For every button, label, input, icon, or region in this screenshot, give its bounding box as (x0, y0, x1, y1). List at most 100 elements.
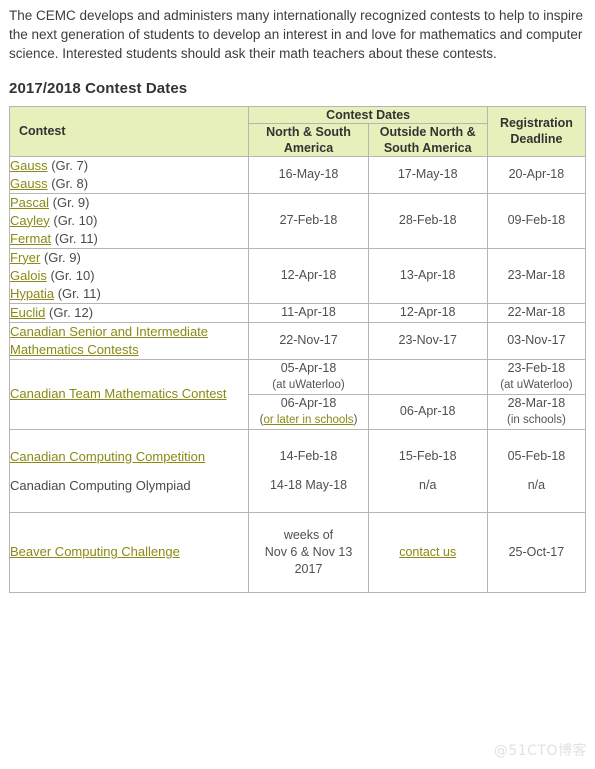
contest-link-canadian-computing-competition[interactable]: Canadian Computing Competition (10, 449, 205, 464)
date-deadline: 22-Mar-18 (486, 302, 587, 323)
date-line: Nov 6 & Nov 13 (264, 544, 353, 559)
table-header: Contest Contest Dates Registration Deadl… (8, 105, 587, 157)
watermark: @51CTO博客 (493, 743, 587, 759)
table-row: Euclid (Gr. 12) 11-Apr-18 12-Apr-18 22-M… (8, 302, 587, 323)
date-outside: 06-Apr-18 (367, 393, 488, 430)
date-main: n/a (527, 477, 546, 492)
table-body: Gauss (Gr. 7) Gauss (Gr. 8) 16-May-18 17… (8, 155, 587, 593)
contest-grade-label: (Gr. 8) (47, 175, 89, 191)
date-americas: 14-Feb-18 14-18 May-18 (248, 428, 369, 513)
contest-link-gauss-8[interactable]: Gauss (10, 176, 48, 191)
table-row: Gauss (Gr. 7) Gauss (Gr. 8) 16-May-18 17… (8, 155, 587, 194)
contest-name-line: Gauss (Gr. 7) (10, 157, 248, 175)
contest-name-cell: Canadian Team Mathematics Contest (8, 358, 250, 430)
date-outside: 17-May-18 (367, 155, 488, 194)
date-americas: 06-Apr-18 (or later in schools) (248, 393, 369, 430)
contest-grade-label: (Gr. 10) (46, 267, 95, 283)
date-line: weeks of (283, 527, 334, 542)
header-outside-north-south-america: Outside North & South America (367, 122, 488, 157)
date-line: 2017 (294, 561, 323, 576)
contest-name-line: Galois (Gr. 10) (10, 267, 248, 285)
date-deadline: 03-Nov-17 (486, 321, 587, 360)
date-main: 05-Apr-18 (280, 360, 337, 375)
contest-link-pascal[interactable]: Pascal (10, 195, 49, 210)
contest-name-cell: Beaver Computing Challenge (8, 511, 250, 593)
contact-us-link[interactable]: contact us (399, 545, 456, 559)
contest-name-line: Gauss (Gr. 8) (10, 175, 248, 193)
contest-name-canadian-computing-olympiad: Canadian Computing Olympiad (10, 477, 191, 493)
contest-link-cayley[interactable]: Cayley (10, 213, 50, 228)
header-contest: Contest (8, 105, 250, 157)
date-americas: 11-Apr-18 (248, 302, 369, 323)
contest-name-line: Canadian Computing Competition (10, 442, 248, 471)
table-row-canadian-team: Canadian Team Mathematics Contest 05-Apr… (8, 358, 587, 430)
header-north-south-america: North & South America (248, 122, 369, 157)
contest-name-cell: Euclid (Gr. 12) (8, 302, 250, 323)
contest-name-line: Fermat (Gr. 11) (10, 230, 248, 248)
header-contest-dates: Contest Dates (248, 105, 488, 124)
date-main: 14-Feb-18 (279, 448, 338, 463)
contest-grade-label: (Gr. 12) (45, 304, 94, 320)
date-deadline: 09-Feb-18 (486, 192, 587, 249)
contest-link-canadian-team[interactable]: Canadian Team Mathematics Contest (10, 386, 227, 401)
date-main: 05-Feb-18 (507, 448, 566, 463)
date-americas: weeks of Nov 6 & Nov 13 2017 (248, 511, 369, 593)
contest-name-cell: Canadian Senior and Intermediate Mathema… (8, 321, 250, 360)
date-note: (at uWaterloo) (500, 378, 573, 391)
page-title: 2017/2018 Contest Dates (9, 79, 188, 97)
contest-name-line: Pascal (Gr. 9) (10, 194, 248, 212)
contest-name-cell: Pascal (Gr. 9) Cayley (Gr. 10) Fermat (G… (8, 192, 250, 249)
contest-name-line: Hypatia (Gr. 11) (10, 285, 248, 303)
date-main: 14-18 May-18 (269, 477, 348, 492)
contest-grade-label: (Gr. 9) (49, 194, 90, 210)
date-main: 23-Feb-18 (507, 360, 566, 375)
contest-grade-label: (Gr. 11) (51, 230, 98, 246)
header-registration-deadline: Registration Deadline (486, 105, 587, 157)
date-deadline: 28-Mar-18 (in schools) (486, 393, 587, 430)
date-main: 15-Feb-18 (398, 448, 457, 463)
contest-link-beaver-computing-challenge[interactable]: Beaver Computing Challenge (10, 544, 180, 559)
contest-name-line: Euclid (Gr. 12) (10, 304, 248, 322)
date-outside (367, 358, 488, 395)
table-row: Fryer (Gr. 9) Galois (Gr. 10) Hypatia (G… (8, 247, 587, 304)
contest-link-fermat[interactable]: Fermat (10, 231, 51, 246)
date-americas: 22-Nov-17 (248, 321, 369, 360)
contest-link-euclid[interactable]: Euclid (10, 305, 45, 320)
date-americas: 16-May-18 (248, 155, 369, 194)
date-main: n/a (419, 477, 437, 492)
table-row-beaver: Beaver Computing Challenge weeks of Nov … (8, 511, 587, 593)
contest-grade-label: (Gr. 9) (40, 249, 81, 265)
contest-link-gauss-7[interactable]: Gauss (10, 158, 48, 173)
contest-grade-label: (Gr. 7) (47, 157, 89, 173)
date-main: 28-Mar-18 (507, 395, 566, 410)
contest-name-line: Cayley (Gr. 10) (10, 212, 248, 230)
date-deadline: 23-Feb-18 (at uWaterloo) (486, 358, 587, 395)
date-americas: 05-Apr-18 (at uWaterloo) (248, 358, 369, 395)
date-americas: 12-Apr-18 (248, 247, 369, 304)
contest-link-galois[interactable]: Galois (10, 268, 47, 283)
table-header-row-1: Contest Contest Dates Registration Deadl… (8, 105, 587, 157)
date-note: (in schools) (507, 413, 566, 426)
table-row: Canadian Senior and Intermediate Mathema… (8, 321, 587, 360)
contest-name-cell: Canadian Computing Competition Canadian … (8, 428, 250, 513)
date-outside: 23-Nov-17 (367, 321, 488, 360)
date-americas: 27-Feb-18 (248, 192, 369, 249)
contest-link-fryer[interactable]: Fryer (10, 250, 40, 265)
contest-name-cell: Fryer (Gr. 9) Galois (Gr. 10) Hypatia (G… (8, 247, 250, 304)
contest-name-cell: Gauss (Gr. 7) Gauss (Gr. 8) (8, 155, 250, 194)
date-deadline: 20-Apr-18 (486, 155, 587, 194)
or-later-in-schools-link[interactable]: or later in schools (263, 414, 353, 426)
contest-grade-label: (Gr. 11) (54, 285, 101, 301)
page-container: The CEMC develops and administers many i… (0, 0, 595, 593)
contest-dates-table: Contest Contest Dates Registration Deadl… (8, 105, 587, 593)
contest-link-hypatia[interactable]: Hypatia (10, 286, 54, 301)
date-deadline: 25-Oct-17 (486, 511, 587, 593)
date-note: (at uWaterloo) (272, 378, 345, 391)
contest-link-canadian-senior-intermediate[interactable]: Canadian Senior and Intermediate Mathema… (10, 324, 208, 357)
date-outside: 13-Apr-18 (367, 247, 488, 304)
date-outside: 12-Apr-18 (367, 302, 488, 323)
table-row-computing: Canadian Computing Competition Canadian … (8, 428, 587, 513)
date-main: 06-Apr-18 (280, 395, 337, 410)
date-outside: 15-Feb-18 n/a (367, 428, 488, 513)
contest-name-line: Fryer (Gr. 9) (10, 249, 248, 267)
